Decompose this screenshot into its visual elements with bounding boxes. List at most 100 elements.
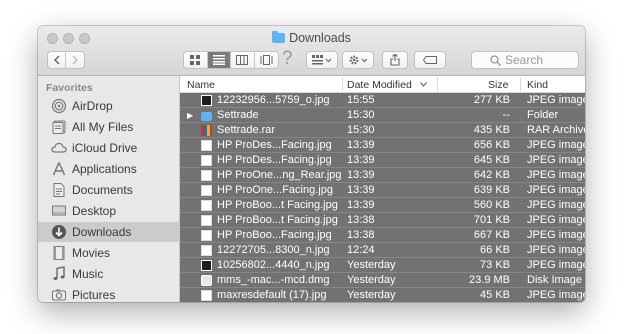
search-input[interactable] [505,53,560,67]
movies-icon [51,245,67,261]
file-date: 13:38 [347,229,375,241]
file-name: 12232956...5759_o.jpg [217,94,330,106]
file-kind: JPEG image [527,259,585,271]
nav-buttons [47,51,85,69]
file-row[interactable]: HP ProDes...Facing.jpg 13:39 656 KB JPEG im… [180,138,585,153]
file-date: 13:39 [347,184,375,196]
sidebar-item-movies[interactable]: Movies [38,243,179,263]
file-name: Settrade.rar [217,124,276,136]
file-kind: JPEG image [527,169,585,181]
sidebar-item-icloud-drive[interactable]: iCloud Drive [38,138,179,158]
file-date: 15:30 [347,109,375,121]
column-header-kind[interactable]: Kind [527,79,548,91]
file-name: HP ProBoo...Facing.jpg [217,229,332,241]
file-list: Name Date Modified Size Kind 12232956...… [180,76,585,302]
list-view-button[interactable] [207,52,231,68]
sidebar-item-documents[interactable]: Documents [38,180,179,200]
search-field[interactable] [471,51,579,69]
file-row[interactable]: ▶ Settrade 15:30 -- Folder [180,108,585,123]
column-view-button[interactable] [231,52,255,68]
sidebar-item-label: AirDrop [72,99,113,113]
cover-flow-view-button[interactable] [255,52,278,68]
sidebar-item-label: Movies [72,246,111,260]
tags-button[interactable] [414,51,446,69]
file-row[interactable]: maxresdefault (17).jpg Yesterday 45 KB JPEG… [180,288,585,302]
finder-window: Downloads ? Search Favorites AirDrop All… [38,26,585,302]
image-file-icon [201,230,212,241]
sidebar-item-all-my-files[interactable]: All My Files [38,117,179,137]
column-header-size[interactable]: Size [488,79,508,91]
sidebar-item-label: Applications [72,162,137,176]
sidebar-item-music[interactable]: Music [38,264,179,284]
file-row[interactable]: 12232956...5759_o.jpg 15:55 277 KB JPEG ima… [180,93,585,108]
downloads-icon [51,224,67,240]
sidebar: Favorites AirDrop All My Files iCloud Dr… [38,76,180,302]
window-title: Downloads [38,31,585,45]
file-name: 10256802...4440_n.jpg [217,259,330,271]
file-name: HP ProOne...Facing.jpg [217,184,333,196]
file-size: 277 KB [473,94,510,106]
arrange-button[interactable] [306,51,338,69]
music-icon [51,266,67,282]
sidebar-item-label: Downloads [72,225,132,239]
file-date: 13:39 [347,154,375,166]
file-row[interactable]: HP ProBoo...t Facing.jpg 13:39 560 KB JPEG … [180,198,585,213]
sidebar-item-label: Desktop [72,204,117,218]
file-row[interactable]: 10256802...4440_n.jpg Yesterday 73 KB JPEG … [180,258,585,273]
file-name: HP ProOne...ng_Rear.jpg [217,169,341,181]
file-size: -- [502,109,510,121]
image-file-icon [201,245,212,256]
columns-icon [236,55,249,65]
file-name: Settrade [217,109,259,121]
file-name: mms_-mac...-mcd.dmg [217,274,330,286]
file-row[interactable]: HP ProOne...Facing.jpg 13:39 639 KB JPEG im… [180,183,585,198]
sidebar-item-pictures[interactable]: Pictures [38,285,179,302]
back-button[interactable] [48,52,66,68]
file-date: 13:39 [347,199,375,211]
file-date: 13:39 [347,139,375,151]
icon-view-button[interactable] [184,52,208,68]
file-kind: JPEG image [527,199,585,211]
file-size: 645 KB [473,154,510,166]
column-header-date-modified[interactable]: Date Modified [347,79,412,91]
file-kind: JPEG image [527,229,585,241]
file-row[interactable]: HP ProBoo...t Facing.jpg 13:38 701 KB JPEG … [180,213,585,228]
file-kind: JPEG image [527,244,585,256]
file-kind: Folder [527,109,559,121]
file-row[interactable]: HP ProDes...Facing.jpg 13:39 645 KB JPEG im… [180,153,585,168]
image-file-icon [201,95,212,106]
sidebar-item-label: Documents [72,183,133,197]
action-button[interactable] [342,51,374,69]
disclosure-triangle-icon[interactable]: ▶ [187,108,193,123]
sidebar-item-downloads[interactable]: Downloads [38,222,179,242]
file-kind: JPEG image [527,154,585,166]
file-row[interactable]: mms_-mac...-mcd.dmg Yesterday 23.9 MB Disk … [180,273,585,288]
file-row[interactable]: Settrade.rar 15:30 435 KB RAR Archive [180,123,585,138]
file-date: 12:24 [347,244,375,256]
column-header-name[interactable]: Name [187,79,215,91]
file-date: Yesterday [347,259,396,271]
sidebar-item-airdrop[interactable]: AirDrop [38,96,179,116]
sidebar-item-applications[interactable]: Applications [38,159,179,179]
forward-button[interactable] [66,52,84,68]
share-button[interactable] [382,51,408,69]
file-size: 642 KB [473,169,510,181]
file-kind: Disk Image [527,274,583,286]
gear-icon [349,55,368,65]
chevron-left-icon [53,55,59,65]
sort-descending-icon [420,82,427,87]
all-files-icon [51,119,67,135]
titlebar: Downloads ? [38,26,585,76]
cover-flow-icon [260,55,273,65]
sidebar-item-label: Pictures [72,288,116,302]
file-row[interactable]: HP ProOne...ng_Rear.jpg 13:39 642 KB JPEG i… [180,168,585,183]
file-row[interactable]: 12272705...8300_n.jpg 12:24 66 KB JPEG imag… [180,243,585,258]
file-row[interactable]: HP ProBoo...Facing.jpg 13:38 667 KB JPEG im… [180,228,585,243]
arrange-icon [312,55,332,65]
image-file-icon [201,155,212,166]
file-size: 667 KB [473,229,510,241]
sidebar-item-label: Music [72,267,104,281]
file-size: 73 KB [480,259,510,271]
file-name: HP ProDes...Facing.jpg [217,154,332,166]
sidebar-item-desktop[interactable]: Desktop [38,201,179,221]
